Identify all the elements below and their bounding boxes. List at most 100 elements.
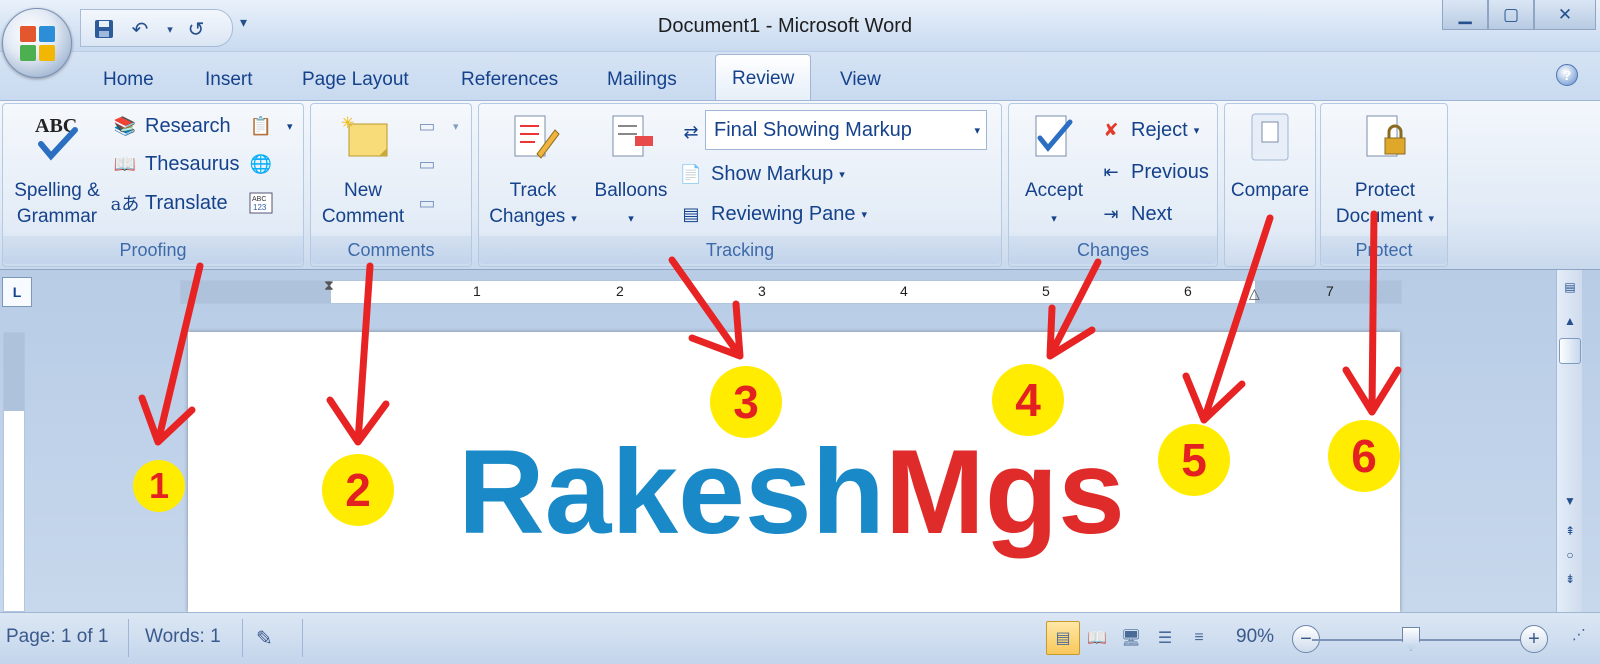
scroll-up-icon[interactable]: ▲ <box>1559 310 1581 332</box>
thesaurus-icon: 📖 <box>113 153 137 174</box>
group-changes: Accept ▾ ✘ Reject ▾ ⇤ Previous ⇥ Next Changes <box>1008 103 1218 267</box>
proofing-status-icon[interactable]: ✎ <box>256 626 273 651</box>
group-label-protect: Protect <box>1321 236 1447 264</box>
group-label-changes: Changes <box>1009 236 1217 264</box>
annotation-marker-1: 1 <box>133 460 185 512</box>
word-count-button[interactable]: ABC 123 <box>249 189 281 217</box>
compare-button[interactable]: Compare ▾ <box>1225 112 1315 232</box>
customize-quick-access-icon[interactable]: ▾ <box>240 14 247 31</box>
group-label-proofing: Proofing <box>3 236 303 264</box>
full-screen-reading-icon[interactable]: 📖 <box>1080 621 1114 655</box>
set-language-button[interactable]: 🌐 <box>249 150 281 178</box>
minimize-icon[interactable]: ▁ <box>1442 0 1488 30</box>
group-tracking: Track Changes ▾ Balloons ▾ ⇄ Final Showing… <box>478 103 1002 267</box>
clipboard-icon: 📋 <box>249 115 273 136</box>
zoom-in-icon[interactable]: + <box>1520 625 1548 653</box>
select-browse-object-icon[interactable]: ○ <box>1559 544 1581 566</box>
research-icon: 📚 <box>113 115 137 136</box>
zoom-slider[interactable] <box>1312 639 1530 641</box>
previous-page-icon[interactable]: ⇞ <box>1559 520 1581 542</box>
display-for-review-icon: ⇄ <box>683 121 699 142</box>
print-layout-icon[interactable]: ▤ <box>1046 621 1080 655</box>
help-icon[interactable]: ? <box>1556 64 1578 86</box>
compare-icon <box>1225 112 1315 172</box>
vertical-ruler[interactable] <box>3 332 25 612</box>
translation-tooltip-button[interactable]: 📋 ▾ <box>249 112 293 140</box>
accept-icon <box>1011 112 1097 172</box>
group-compare: Compare ▾ <box>1224 103 1316 267</box>
tab-selector-button[interactable]: L <box>2 277 32 307</box>
maximize-icon[interactable]: ▢ <box>1488 0 1534 30</box>
translate-icon: aあ <box>110 194 140 215</box>
next-comment-button[interactable]: ▭ <box>415 189 447 217</box>
thesaurus-button[interactable]: 📖 Thesaurus <box>113 150 240 178</box>
zoom-level[interactable]: 90% <box>1236 626 1274 648</box>
group-comments: ✳ New Comment ▭ ▾ ▭ ▭ Comments <box>310 103 472 267</box>
delete-comment-button[interactable]: ▭ ▾ <box>415 112 458 140</box>
document-heading: RakeshMgs <box>458 422 1125 562</box>
spelling-grammar-button[interactable]: ABC Spelling & Grammar <box>9 112 105 230</box>
research-button[interactable]: 📚 Research <box>113 112 231 140</box>
page-count[interactable]: Page: 1 of 1 <box>6 626 108 648</box>
save-icon[interactable] <box>93 18 115 40</box>
resize-grip-icon[interactable]: ⋰ <box>1572 626 1586 643</box>
office-button[interactable] <box>2 8 72 78</box>
view-buttons: ▤ 📖 🖥 ☰ ≡ <box>1046 621 1216 655</box>
outline-icon[interactable]: ☰ <box>1148 621 1182 655</box>
previous-comment-icon: ▭ <box>418 153 436 174</box>
svg-text:ABC: ABC <box>252 196 266 203</box>
new-comment-button[interactable]: ✳ New Comment <box>315 112 411 230</box>
ribbon: ABC Spelling & Grammar 📚 Research 📖 Thesau… <box>0 100 1600 270</box>
annotation-marker-6: 6 <box>1328 420 1400 492</box>
next-change-icon: ⇥ <box>1103 203 1119 224</box>
redo-icon[interactable]: ↺ <box>185 18 207 41</box>
globe-icon: 🌐 <box>249 153 273 174</box>
draft-icon[interactable]: ≡ <box>1182 621 1216 655</box>
undo-icon[interactable]: ↶ <box>129 18 151 41</box>
web-layout-icon[interactable]: 🖥 <box>1114 621 1148 655</box>
previous-change-icon: ⇤ <box>1103 161 1119 182</box>
balloons-icon <box>587 112 675 172</box>
next-change-button[interactable]: ⇥ Next <box>1099 200 1172 228</box>
group-proofing: ABC Spelling & Grammar 📚 Research 📖 Thesau… <box>2 103 304 267</box>
tab-mailings[interactable]: Mailings <box>607 66 677 100</box>
accept-button[interactable]: Accept ▾ <box>1011 112 1097 232</box>
lock-document-icon <box>1327 112 1443 172</box>
reviewing-pane-icon: ▤ <box>682 203 700 224</box>
horizontal-ruler[interactable]: 1 2 3 4 5 6 7 ⧗ △ <box>180 277 1402 304</box>
view-ruler-icon[interactable]: ▤ <box>1559 276 1581 298</box>
protect-document-button[interactable]: Protect Document ▾ <box>1327 112 1443 232</box>
reviewing-pane-button[interactable]: ▤ Reviewing Pane ▾ <box>679 200 867 228</box>
word-count[interactable]: Words: 1 <box>145 626 221 648</box>
translate-button[interactable]: aあ Translate <box>110 189 228 217</box>
undo-dropdown-icon[interactable]: ▾ <box>159 18 181 40</box>
spelling-check-icon: ABC <box>9 112 105 172</box>
balloons-button[interactable]: Balloons ▾ <box>587 112 675 232</box>
tab-insert[interactable]: Insert <box>205 66 253 100</box>
tab-page-layout[interactable]: Page Layout <box>302 66 409 100</box>
show-markup-icon: 📄 <box>679 163 703 184</box>
vertical-scrollbar[interactable]: ▤ ▲ ▼ ⇞ ○ ⇟ <box>1556 270 1582 612</box>
track-changes-button[interactable]: Track Changes ▾ <box>485 112 581 232</box>
group-label-comments: Comments <box>311 236 471 264</box>
tab-review[interactable]: Review <box>715 54 812 100</box>
reject-button[interactable]: ✘ Reject ▾ <box>1099 116 1199 144</box>
zoom-slider-thumb[interactable] <box>1402 627 1420 651</box>
scroll-thumb[interactable] <box>1559 338 1581 364</box>
show-markup-button[interactable]: 📄 Show Markup ▾ <box>679 160 845 188</box>
office-logo-icon <box>20 26 56 62</box>
previous-comment-button[interactable]: ▭ <box>415 150 447 178</box>
display-for-review-dropdown[interactable]: Final Showing Markup ▾ <box>705 110 987 150</box>
annotation-marker-2: 2 <box>322 454 394 526</box>
tab-view[interactable]: View <box>840 66 881 100</box>
svg-text:✳: ✳ <box>341 115 354 132</box>
tab-references[interactable]: References <box>461 66 558 100</box>
next-page-icon[interactable]: ⇟ <box>1559 568 1581 590</box>
first-line-indent-icon[interactable]: ⧗ <box>324 277 334 294</box>
right-indent-icon[interactable]: △ <box>1249 285 1260 302</box>
scroll-down-icon[interactable]: ▼ <box>1559 490 1581 512</box>
tab-home[interactable]: Home <box>103 66 154 100</box>
title-bar: ↶ ▾ ↺ ▾ Document1 - Microsoft Word ▁ ▢ ✕ <box>0 0 1600 52</box>
close-icon[interactable]: ✕ <box>1534 0 1596 30</box>
previous-change-button[interactable]: ⇤ Previous <box>1099 158 1208 186</box>
